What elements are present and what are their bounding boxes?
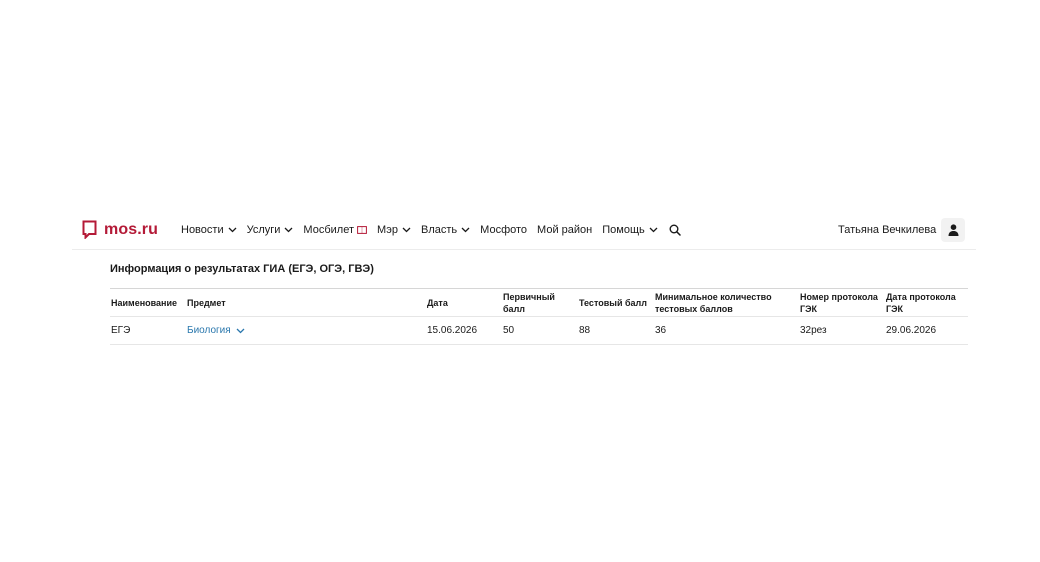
chevron-down-icon	[402, 227, 411, 233]
nav-item-mosfoto[interactable]: Мосфото	[480, 224, 527, 236]
nav-item-label: Власть	[421, 224, 458, 236]
cell-test-score: 88	[578, 316, 654, 345]
nav-item-label: Помощь	[602, 224, 645, 236]
column-header-protocol-number: Номер протокола ГЭК	[799, 288, 885, 317]
nav-item-mosbilet[interactable]: Мосбилет	[303, 224, 367, 236]
nav-item-services[interactable]: Услуги	[247, 224, 294, 236]
table-row: ЕГЭ Биология 15.06.2026 50 88 36 32рез 2…	[110, 316, 968, 345]
section-title: Информация о результатах ГИА (ЕГЭ, ОГЭ, …	[110, 263, 374, 275]
chevron-down-icon	[228, 227, 237, 233]
nav-item-label: Новости	[181, 224, 224, 236]
nav-item-label: Мосбилет	[303, 224, 354, 236]
nav-item-news[interactable]: Новости	[181, 224, 237, 236]
site-header: mos.ru Новости Услуги Мосбилет Мэр Власт…	[72, 211, 976, 250]
column-header-min-score: Минимальное количество тестовых баллов	[654, 288, 799, 317]
avatar-button[interactable]	[941, 218, 965, 242]
ticket-icon	[357, 226, 367, 234]
chevron-down-icon	[649, 227, 658, 233]
cell-protocol-number: 32рез	[799, 316, 885, 345]
cell-protocol-date: 29.06.2026	[885, 316, 968, 345]
cell-primary-score: 50	[502, 316, 578, 345]
cell-date: 15.06.2026	[426, 316, 502, 345]
nav-item-help[interactable]: Помощь	[602, 224, 658, 236]
column-header-test-score: Тестовый балл	[578, 288, 654, 317]
table-header-row: Наименование Предмет Дата Первичный балл…	[110, 288, 968, 317]
nav-item-mayor[interactable]: Мэр	[377, 224, 411, 236]
user-name[interactable]: Татьяна Вечкилева	[838, 224, 936, 236]
column-header-primary-score: Первичный балл	[502, 288, 578, 317]
cell-subject: Биология	[186, 316, 426, 345]
column-header-name: Наименование	[110, 288, 186, 317]
nav-item-my-district[interactable]: Мой район	[537, 224, 592, 236]
nav-item-label: Мосфото	[480, 224, 528, 236]
logo-speech-bubble-icon	[82, 220, 97, 239]
main-nav: Новости Услуги Мосбилет Мэр Власть Мосфо…	[181, 211, 681, 249]
cell-name: ЕГЭ	[110, 316, 186, 345]
logo-text: mos.ru	[104, 220, 158, 238]
column-header-protocol-date: Дата протокола ГЭК	[885, 288, 968, 317]
page: mos.ru Новости Услуги Мосбилет Мэр Власт…	[0, 0, 1040, 562]
nav-item-label: Услуги	[246, 224, 281, 236]
subject-label: Биология	[187, 325, 231, 336]
column-header-subject: Предмет	[186, 288, 426, 317]
nav-item-label: Мой район	[537, 224, 593, 236]
chevron-down-icon	[461, 227, 470, 233]
search-icon[interactable]	[669, 224, 681, 236]
logo-link[interactable]: mos.ru	[82, 220, 158, 239]
chevron-down-icon	[284, 227, 293, 233]
results-table: Наименование Предмет Дата Первичный балл…	[110, 288, 968, 345]
cell-min-score: 36	[654, 316, 799, 345]
nav-item-label: Мэр	[376, 224, 399, 236]
nav-item-government[interactable]: Власть	[421, 224, 470, 236]
column-header-date: Дата	[426, 288, 502, 317]
subject-dropdown[interactable]: Биология	[187, 325, 245, 336]
chevron-down-icon	[236, 328, 245, 333]
user-icon	[948, 224, 958, 236]
